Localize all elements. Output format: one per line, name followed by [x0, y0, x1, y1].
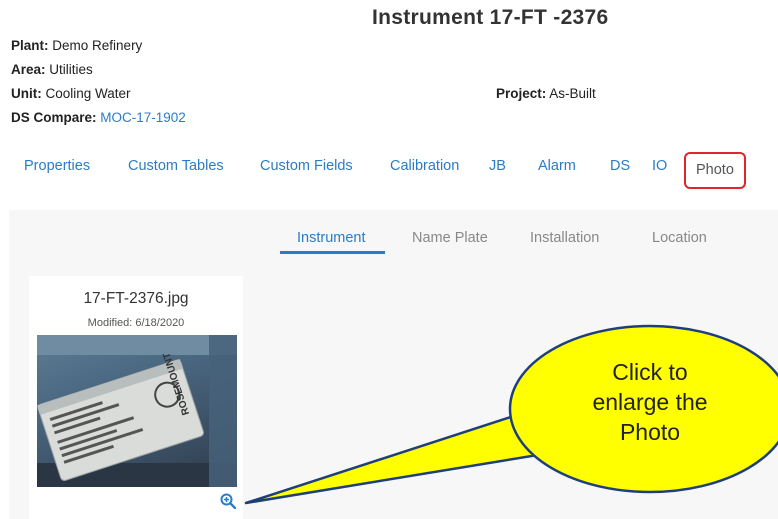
photo-modified-date: Modified: 6/18/2020 — [87, 317, 185, 329]
active-subtab-indicator — [280, 251, 385, 254]
callout-line-1: Click to — [612, 359, 688, 385]
tab-io[interactable]: IO — [652, 158, 667, 174]
project-value: As-Built — [549, 86, 596, 101]
callout-line-2: enlarge the — [592, 389, 708, 415]
project-label: Project: — [496, 86, 547, 101]
tab-ds[interactable]: DS — [610, 158, 630, 174]
plant-label: Plant: — [11, 38, 49, 53]
tab-calibration[interactable]: Calibration — [390, 158, 459, 174]
area-value: Utilities — [49, 62, 93, 77]
area-label: Area: — [11, 62, 46, 77]
zoom-in-icon[interactable] — [220, 493, 236, 509]
unit-label: Unit: — [11, 86, 42, 101]
unit-row: Unit: Cooling Water — [11, 86, 131, 101]
tab-jb[interactable]: JB — [489, 158, 506, 174]
plant-value: Demo Refinery — [52, 38, 143, 53]
instrument-tabs: Properties Custom Tables Custom Fields C… — [0, 152, 778, 192]
ds-compare-link[interactable]: MOC-17-1902 — [100, 110, 186, 125]
photo-tab-instrument[interactable]: Instrument — [297, 230, 366, 246]
plant-row: Plant: Demo Refinery — [11, 38, 142, 53]
photo-illustration: ROSEMOUNT — [37, 335, 237, 487]
photo-tab-installation[interactable]: Installation — [530, 230, 599, 246]
tab-properties[interactable]: Properties — [24, 158, 90, 174]
page-title: Instrument 17-FT -2376 — [372, 6, 609, 29]
photo-tab-location[interactable]: Location — [652, 230, 707, 246]
photo-tab-name-plate[interactable]: Name Plate — [412, 230, 488, 246]
ds-compare-label: DS Compare: — [11, 110, 97, 125]
tab-custom-tables[interactable]: Custom Tables — [128, 158, 224, 174]
tab-alarm[interactable]: Alarm — [538, 158, 576, 174]
tab-custom-fields[interactable]: Custom Fields — [260, 158, 353, 174]
photo-card: 17-FT-2376.jpg Modified: 6/18/2020 ROSEM… — [29, 276, 243, 519]
unit-value: Cooling Water — [45, 86, 131, 101]
callout-line-3: Photo — [619, 419, 681, 445]
area-row: Area: Utilities — [11, 62, 93, 77]
instrument-photo-thumbnail[interactable]: ROSEMOUNT — [37, 335, 237, 487]
callout-text: Click to enlarge the Photo — [580, 357, 720, 447]
tab-photo[interactable]: Photo — [684, 152, 746, 189]
photo-filename: 17-FT-2376.jpg — [83, 290, 189, 307]
ds-compare-row: DS Compare: MOC-17-1902 — [11, 110, 186, 125]
project-row: Project: As-Built — [496, 86, 596, 101]
